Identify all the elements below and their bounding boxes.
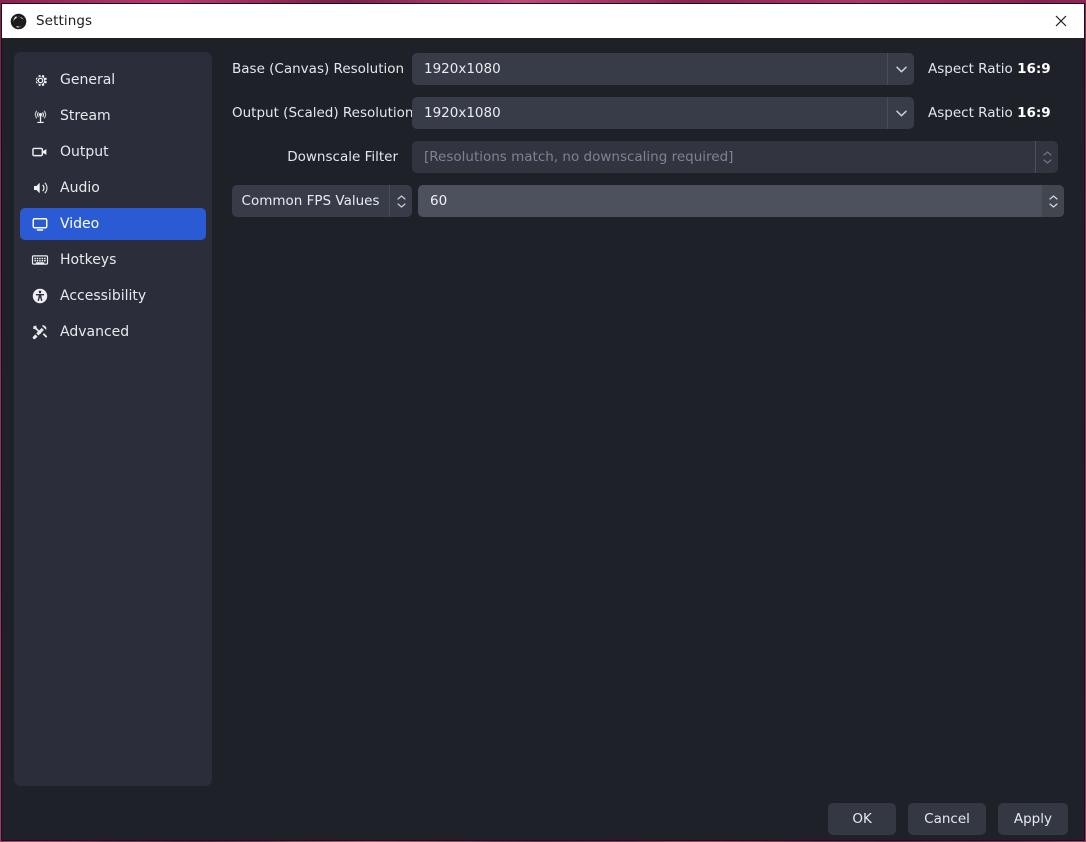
fps-type-combo[interactable]: Common FPS Values bbox=[232, 185, 412, 217]
base-aspect-value: 16:9 bbox=[1017, 61, 1051, 77]
output-resolution-combo[interactable]: 1920x1080 bbox=[412, 97, 914, 129]
video-camera-icon bbox=[30, 142, 50, 162]
window-title: Settings bbox=[36, 13, 93, 29]
monitor-icon bbox=[30, 214, 50, 234]
keyboard-icon bbox=[30, 250, 50, 270]
sidebar-item-label: Accessibility bbox=[60, 288, 147, 304]
obs-logo-icon bbox=[10, 13, 27, 30]
downscale-filter-row: Downscale Filter [Resolutions match, no … bbox=[232, 140, 1072, 174]
base-resolution-label: Base (Canvas) Resolution bbox=[232, 61, 405, 77]
downscale-filter-label: Downscale Filter bbox=[287, 149, 398, 165]
sidebar-item-advanced[interactable]: Advanced bbox=[20, 316, 206, 348]
broadcast-icon bbox=[30, 106, 50, 126]
accessibility-icon bbox=[30, 286, 50, 306]
chevron-down-icon[interactable] bbox=[887, 53, 914, 85]
base-resolution-row: Base (Canvas) Resolution 1920x1080 Aspec… bbox=[232, 52, 1072, 86]
output-resolution-label: Output (Scaled) Resolution bbox=[232, 105, 414, 121]
fps-type-label: Common FPS Values bbox=[241, 193, 380, 209]
gear-icon bbox=[30, 70, 50, 90]
close-icon[interactable] bbox=[1038, 4, 1084, 38]
dialog-body: General Stream Output Audio Video Hotkey… bbox=[2, 38, 1084, 786]
cancel-button[interactable]: Cancel bbox=[908, 803, 986, 835]
base-resolution-value: 1920x1080 bbox=[424, 61, 501, 77]
sidebar-item-label: Audio bbox=[60, 180, 100, 196]
output-resolution-value: 1920x1080 bbox=[424, 105, 501, 121]
spinner-icon[interactable] bbox=[389, 185, 412, 217]
output-resolution-row: Output (Scaled) Resolution 1920x1080 Asp… bbox=[232, 96, 1072, 130]
sidebar-item-label: General bbox=[60, 72, 116, 88]
chevron-down-icon[interactable] bbox=[887, 97, 914, 129]
settings-window: Settings General Stream Output Audio Vid… bbox=[2, 4, 1084, 840]
output-aspect-value: 16:9 bbox=[1017, 105, 1051, 121]
sidebar-item-label: Output bbox=[60, 144, 109, 160]
resize-grip[interactable] bbox=[1069, 837, 1081, 840]
apply-button[interactable]: Apply bbox=[997, 803, 1068, 835]
sidebar-item-label: Advanced bbox=[60, 324, 130, 340]
fps-value: 60 bbox=[430, 193, 448, 209]
base-resolution-combo[interactable]: 1920x1080 bbox=[412, 53, 914, 85]
video-settings-panel: Base (Canvas) Resolution 1920x1080 Aspec… bbox=[212, 52, 1072, 786]
sidebar-item-label: Hotkeys bbox=[60, 252, 117, 268]
sidebar-item-general[interactable]: General bbox=[20, 64, 206, 96]
downscale-filter-combo: [Resolutions match, no downscaling requi… bbox=[412, 141, 1058, 173]
spinner-icon bbox=[1035, 141, 1058, 173]
sidebar-item-hotkeys[interactable]: Hotkeys bbox=[20, 244, 206, 276]
sidebar-item-label: Video bbox=[60, 216, 100, 232]
sidebar-item-output[interactable]: Output bbox=[20, 136, 206, 168]
base-aspect-ratio: Aspect Ratio 16:9 bbox=[928, 61, 1051, 77]
output-aspect-ratio: Aspect Ratio 16:9 bbox=[928, 105, 1051, 121]
downscale-filter-value: [Resolutions match, no downscaling requi… bbox=[424, 149, 734, 165]
base-aspect-prefix: Aspect Ratio bbox=[928, 61, 1013, 77]
settings-sidebar: General Stream Output Audio Video Hotkey… bbox=[14, 52, 212, 786]
titlebar[interactable]: Settings bbox=[2, 4, 1084, 38]
sidebar-item-audio[interactable]: Audio bbox=[20, 172, 206, 204]
sidebar-item-label: Stream bbox=[60, 108, 111, 124]
output-aspect-prefix: Aspect Ratio bbox=[928, 105, 1013, 121]
sidebar-item-stream[interactable]: Stream bbox=[20, 100, 206, 132]
sidebar-item-accessibility[interactable]: Accessibility bbox=[20, 280, 206, 312]
fps-row: Common FPS Values 60 bbox=[232, 184, 1072, 218]
ok-button[interactable]: OK bbox=[828, 803, 897, 835]
spinner-icon[interactable] bbox=[1041, 185, 1064, 217]
speaker-icon bbox=[30, 178, 50, 198]
dialog-footer: OK Cancel Apply bbox=[2, 786, 1084, 840]
fps-value-field[interactable]: 60 bbox=[418, 185, 1064, 217]
tools-icon bbox=[30, 322, 50, 342]
sidebar-item-video[interactable]: Video bbox=[20, 208, 206, 240]
